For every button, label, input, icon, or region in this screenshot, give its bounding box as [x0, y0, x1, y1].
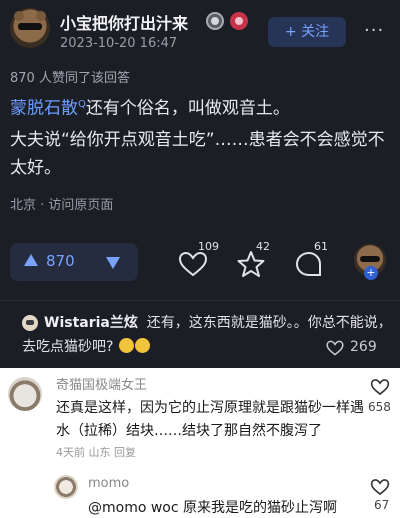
search-link[interactable]: 蒙脱石散: [10, 99, 78, 119]
location-line[interactable]: 北京 · 访问原页面: [10, 194, 113, 213]
heart-icon[interactable]: [326, 339, 344, 357]
answer-paragraph: 大夫说“给你开点观音土吃”……患者会不会感觉不太好。: [10, 130, 385, 178]
reply-likes: 67: [374, 498, 390, 512]
downvote-arrow-icon[interactable]: [106, 257, 120, 269]
comment-meta[interactable]: 4天前 山东 回复: [56, 444, 136, 460]
reply-avatar[interactable]: [54, 475, 78, 499]
comment-button[interactable]: 61: [294, 240, 328, 280]
comment-likes: 658: [368, 400, 391, 414]
heart-icon[interactable]: [370, 478, 390, 496]
like-count: 109: [198, 240, 219, 253]
author-name[interactable]: 小宝把你打出汁来: [60, 10, 188, 34]
reply-text: @momo woc 原来我是吃的猫砂止泻啊: [88, 500, 338, 516]
answer-header: 小宝把你打出汁来 2023-10-20 16:47 + 关注 ···: [0, 0, 400, 62]
answer-line-1: 蒙脱石散Q还有个俗名，叫做观音土。: [10, 91, 290, 123]
vote-count: 870: [46, 252, 75, 270]
answer-panel: 小宝把你打出汁来 2023-10-20 16:47 + 关注 ··· 870 人…: [0, 0, 400, 368]
vip-badge-icon: [230, 12, 248, 30]
laughing-emoji-icon: [118, 338, 134, 353]
favorite-count: 42: [256, 240, 270, 253]
laughing-emoji-icon: [134, 338, 150, 353]
author-avatar-follow[interactable]: +: [354, 244, 386, 280]
divider: [0, 300, 400, 301]
vote-button[interactable]: 870: [10, 243, 138, 281]
hot-comment-likes: 269: [350, 339, 377, 355]
heart-icon: [178, 251, 208, 277]
like-button[interactable]: 109: [178, 240, 219, 280]
upvote-summary: 870 人赞同了该回答: [10, 71, 130, 86]
hot-comment-author[interactable]: Wistaria兰炫: [44, 315, 138, 331]
follow-button[interactable]: + 关注: [268, 17, 346, 47]
comment-author[interactable]: 奇猫国极端女王: [56, 374, 147, 393]
medal-badge-icon: [206, 12, 224, 30]
author-avatar[interactable]: [10, 8, 50, 48]
answer-line-1-text: 还有个俗名，叫做观音土。: [85, 98, 290, 119]
comment-text: 还真是这样，因为它的止泻原理就是跟猫砂一样遇水（拉稀）结块……结块了那自然不腹泻…: [56, 400, 364, 439]
upvote-arrow-icon[interactable]: [24, 254, 38, 266]
favorite-button[interactable]: 42: [236, 240, 270, 280]
star-icon: [237, 251, 265, 277]
commenter-avatar[interactable]: [8, 377, 42, 411]
comment-count: 61: [314, 240, 328, 253]
heart-icon[interactable]: [370, 378, 390, 396]
reply-author[interactable]: momo: [88, 476, 129, 491]
post-date: 2023-10-20 16:47: [60, 36, 178, 51]
plus-icon[interactable]: +: [364, 266, 378, 280]
search-icon[interactable]: Q: [78, 99, 86, 110]
more-options-icon[interactable]: ···: [364, 22, 386, 42]
comment-bubble-icon: [295, 251, 321, 276]
